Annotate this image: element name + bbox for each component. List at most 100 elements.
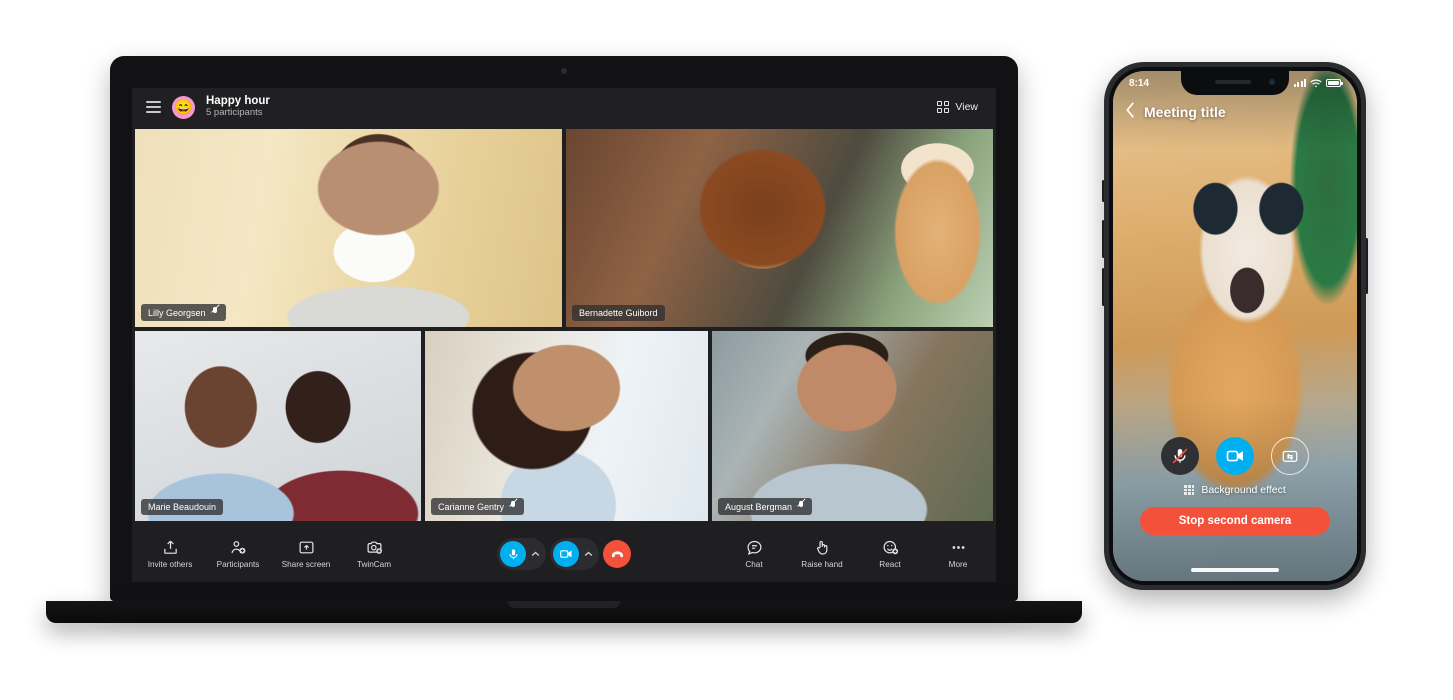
twincam-button[interactable]: TwinCam xyxy=(350,539,398,569)
status-badge: Marie Beaudouin xyxy=(141,499,224,515)
center-call-controls xyxy=(497,538,631,570)
status-badge: Lilly Georgsen xyxy=(141,304,226,321)
chat-label: Chat xyxy=(745,560,763,569)
react-button[interactable]: React xyxy=(866,539,914,569)
participant-name: Marie Beaudouin xyxy=(148,502,217,512)
end-call-icon xyxy=(611,550,623,557)
end-call-button[interactable] xyxy=(603,540,631,568)
share-upload-icon xyxy=(163,540,177,554)
participants-button[interactable]: Participants xyxy=(214,539,262,569)
app-header: 😄 Happy hour 5 participants View xyxy=(132,88,996,126)
stop-second-camera-label: Stop second camera xyxy=(1178,515,1292,527)
more-ellipsis-icon xyxy=(952,546,964,549)
status-badge: Carianne Gentry xyxy=(431,498,525,515)
screenshot-canvas: 😄 Happy hour 5 participants View Lilly G… xyxy=(0,0,1453,700)
react-label: React xyxy=(879,560,901,569)
camera-control-group xyxy=(550,538,599,570)
microphone-muted-icon xyxy=(211,307,219,318)
stop-second-camera-button[interactable]: Stop second camera xyxy=(1140,507,1330,535)
background-effect-label: Background effect xyxy=(1201,484,1286,496)
participant-name: Lilly Georgsen xyxy=(148,307,206,318)
participant-name: Carianne Gentry xyxy=(438,501,505,512)
phone-screen: 8:14 Meeting title Background effect Sto… xyxy=(1113,71,1357,581)
participant-name: August Bergman xyxy=(725,501,793,512)
more-label: More xyxy=(948,560,968,569)
grid-view-icon xyxy=(937,101,950,113)
mute-toggle-button[interactable] xyxy=(500,541,526,567)
call-toolbar: Invite others Participants Share screen … xyxy=(132,526,996,582)
phone-bezel: 8:14 Meeting title Background effect Sto… xyxy=(1109,67,1361,585)
status-indicators xyxy=(1294,79,1343,88)
phone-call-controls: Background effect Stop second camera xyxy=(1113,437,1357,535)
mic-control-group xyxy=(497,538,546,570)
camera-switch-icon xyxy=(1282,450,1298,462)
laptop-lid: 😄 Happy hour 5 participants View Lilly G… xyxy=(110,56,1018,601)
phone-mute-button[interactable] xyxy=(1161,437,1199,475)
chat-button[interactable]: Chat xyxy=(730,539,778,569)
phone-frame: 8:14 Meeting title Background effect Sto… xyxy=(1104,62,1366,590)
video-tile[interactable]: August Bergman xyxy=(712,331,993,521)
status-badge: August Bergman xyxy=(718,498,813,515)
switch-camera-button[interactable] xyxy=(1271,437,1309,475)
back-button[interactable] xyxy=(1125,101,1136,124)
phone-camera-button[interactable] xyxy=(1216,437,1254,475)
laptop-device: 😄 Happy hour 5 participants View Lilly G… xyxy=(46,56,1082,623)
participants-label: Participants xyxy=(216,560,260,569)
chevron-left-icon xyxy=(1126,101,1134,118)
microphone-icon xyxy=(508,548,518,559)
status-badge: Bernadette Guibord xyxy=(572,305,665,321)
laptop-webcam-icon xyxy=(561,68,567,74)
hamburger-icon[interactable] xyxy=(146,101,161,113)
share-screen-button[interactable]: Share screen xyxy=(282,539,330,569)
status-bar: 8:14 xyxy=(1113,71,1357,95)
participant-name: Bernadette Guibord xyxy=(579,308,658,318)
screen-share-icon xyxy=(299,541,313,554)
react-emoji-icon xyxy=(883,540,898,555)
invite-others-label: Invite others xyxy=(147,560,193,569)
participant-video-august xyxy=(712,331,993,521)
chevron-up-icon xyxy=(584,551,592,556)
phone-control-row xyxy=(1161,437,1309,475)
video-tile[interactable]: Lilly Georgsen xyxy=(135,129,562,327)
meeting-meta: Happy hour 5 participants xyxy=(206,95,270,119)
video-tile[interactable]: Carianne Gentry xyxy=(425,331,708,521)
battery-full-icon xyxy=(1326,79,1343,87)
mic-options-chevron[interactable] xyxy=(527,551,543,557)
toolbar-right-group: Chat Raise hand React More xyxy=(730,539,982,569)
participant-video-lilly xyxy=(135,129,562,327)
phone-nav-bar: Meeting title xyxy=(1113,97,1357,127)
more-options-button[interactable]: More xyxy=(934,539,982,569)
video-tile[interactable]: Marie Beaudouin xyxy=(135,331,421,521)
camera-toggle-button[interactable] xyxy=(553,541,579,567)
people-add-icon xyxy=(231,541,245,554)
raise-hand-icon xyxy=(816,541,827,555)
share-screen-label: Share screen xyxy=(281,560,331,569)
twincam-label: TwinCam xyxy=(356,560,392,569)
home-indicator[interactable] xyxy=(1191,568,1279,572)
video-row-top: Lilly Georgsen Bernadette Guibord xyxy=(135,129,993,327)
background-effect-button[interactable]: Background effect xyxy=(1184,484,1286,496)
laptop-screen: 😄 Happy hour 5 participants View Lilly G… xyxy=(132,88,996,582)
raise-hand-label: Raise hand xyxy=(801,560,843,569)
microphone-muted-icon xyxy=(797,501,805,512)
meeting-title: Meeting title xyxy=(1144,104,1226,120)
participant-count: 5 participants xyxy=(206,107,263,119)
chat-bubble-icon xyxy=(747,540,761,555)
view-button-label: View xyxy=(955,101,978,113)
raise-hand-button[interactable]: Raise hand xyxy=(798,539,846,569)
invite-others-button[interactable]: Invite others xyxy=(146,539,194,569)
avatar-emoji: 😄 xyxy=(174,98,193,116)
wifi-icon xyxy=(1310,79,1322,87)
participant-video-marie xyxy=(135,331,421,521)
laptop-base xyxy=(46,601,1082,623)
status-time: 8:14 xyxy=(1129,77,1150,89)
background-effect-icon xyxy=(1184,484,1195,496)
camera-options-chevron[interactable] xyxy=(580,551,596,557)
avatar: 😄 xyxy=(172,95,195,119)
video-grid: Lilly Georgsen Bernadette Guibord Marie … xyxy=(132,126,996,521)
view-button[interactable]: View xyxy=(933,97,982,117)
twincam-icon xyxy=(367,541,382,554)
video-row-bottom: Marie Beaudouin Carianne Gentry August B… xyxy=(135,331,993,521)
participant-video-bernadette xyxy=(566,129,993,327)
video-tile[interactable]: Bernadette Guibord xyxy=(566,129,993,327)
